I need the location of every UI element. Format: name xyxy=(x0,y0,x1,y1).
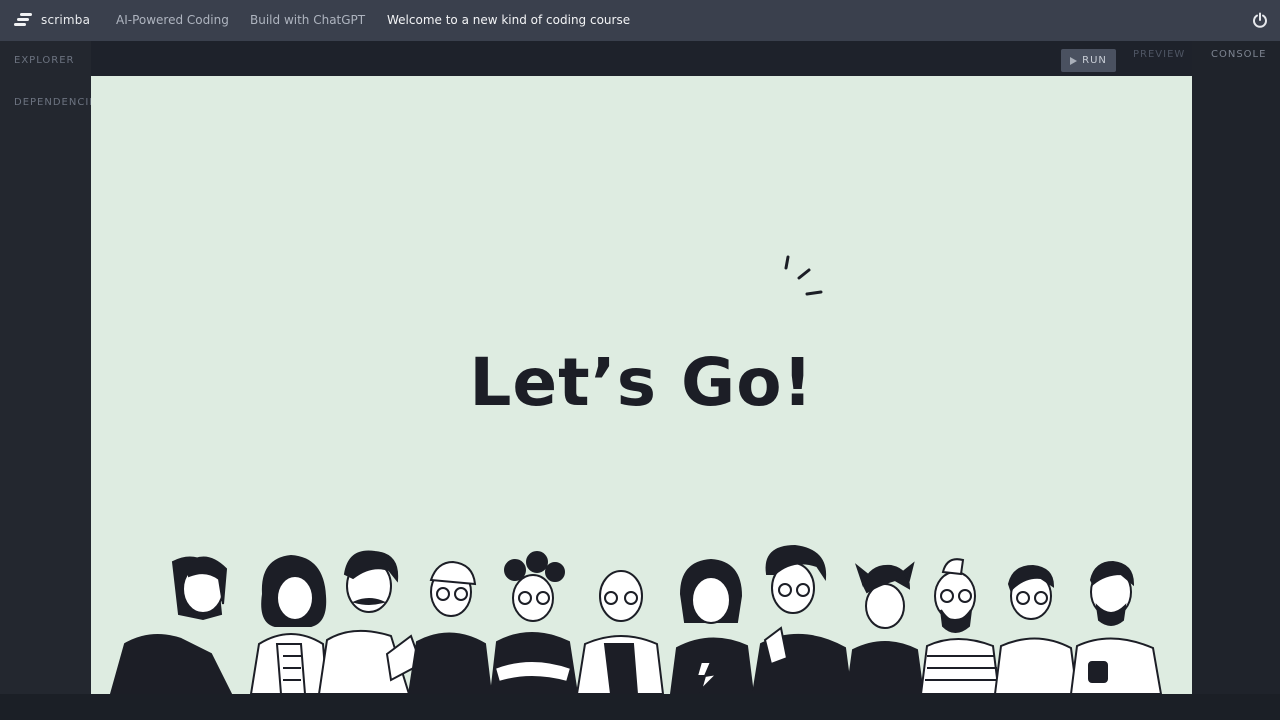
explorer-label[interactable]: EXPLORER xyxy=(14,55,75,66)
person-figure xyxy=(845,561,925,694)
logo-text: scrimba xyxy=(41,13,91,27)
person-figure xyxy=(575,570,665,694)
scrimba-logo[interactable]: scrimba xyxy=(13,11,90,29)
tab-preview[interactable]: PREVIEW xyxy=(1133,49,1185,60)
sparkle-icon xyxy=(784,255,823,296)
right-panel xyxy=(1192,41,1280,720)
slide-headline: Let’s Go! xyxy=(469,344,814,421)
person-figure xyxy=(1069,560,1163,694)
person-figure xyxy=(249,554,329,694)
tab-console[interactable]: CONSOLE xyxy=(1211,49,1266,60)
person-figure xyxy=(751,544,853,694)
breadcrumb-lesson-title: Welcome to a new kind of coding course xyxy=(387,13,631,27)
dependencies-label[interactable]: DEPENDENCIES xyxy=(14,97,91,108)
person-figure xyxy=(919,558,1001,694)
logo-mark-icon xyxy=(13,11,35,29)
bottom-bar xyxy=(0,694,1280,720)
play-icon xyxy=(1070,56,1078,65)
person-figure xyxy=(669,558,755,694)
person-figure xyxy=(407,560,493,694)
breadcrumb-module[interactable]: Build with ChatGPT xyxy=(250,13,365,27)
top-bar: scrimba AI-Powered Coding Build with Cha… xyxy=(0,0,1280,41)
person-figure xyxy=(489,551,579,694)
person-figure xyxy=(317,550,423,694)
file-sidebar: EXPLORER DEPENDENCIES xyxy=(0,41,91,720)
person-figure xyxy=(109,556,233,694)
group-of-people-illustration xyxy=(109,544,1163,694)
run-button[interactable]: RUN xyxy=(1061,49,1116,72)
breadcrumb-course[interactable]: AI-Powered Coding xyxy=(116,13,229,27)
power-icon[interactable] xyxy=(1252,12,1268,28)
preview-canvas: Let’s Go! xyxy=(91,76,1192,694)
run-label: RUN xyxy=(1082,55,1107,66)
person-figure xyxy=(993,564,1079,694)
